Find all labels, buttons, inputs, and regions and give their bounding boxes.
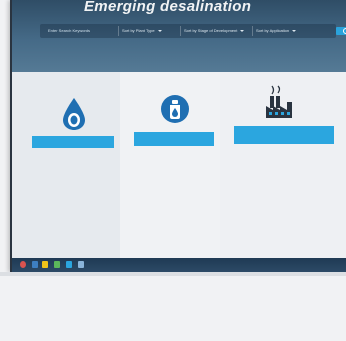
chevron-down-icon xyxy=(292,29,297,32)
card-bottle xyxy=(120,72,220,258)
card-water xyxy=(12,72,120,258)
filter-label: Sort by Plant Type xyxy=(122,28,155,33)
category-cards xyxy=(12,72,346,258)
card-description xyxy=(134,158,216,162)
card-banner[interactable] xyxy=(234,126,334,144)
folder-icon[interactable] xyxy=(42,261,48,268)
taskbar xyxy=(12,258,346,272)
start-icon[interactable] xyxy=(20,261,26,268)
filter-label: Sort by Stage of Development xyxy=(184,28,238,33)
filter-application[interactable]: Sort by Application xyxy=(252,26,297,36)
search-button[interactable] xyxy=(336,27,346,35)
card-factory xyxy=(220,72,346,258)
app-icon[interactable] xyxy=(54,261,60,268)
app-icon[interactable] xyxy=(32,261,38,268)
app-icon[interactable] xyxy=(78,261,84,268)
card-description xyxy=(234,154,342,158)
search-input[interactable]: Enter Search Keywords xyxy=(48,26,128,36)
card-banner[interactable] xyxy=(32,136,114,148)
card-description xyxy=(28,156,114,160)
search-bar: Enter Search Keywords Sort by Plant Type… xyxy=(40,24,346,38)
chevron-down-icon xyxy=(240,29,245,32)
card-banner[interactable] xyxy=(134,132,214,146)
monitor-screen: Emerging desalination Enter Search Keywo… xyxy=(10,0,346,272)
monitor-bezel xyxy=(0,272,346,276)
bottle-icon xyxy=(161,95,189,123)
filter-label: Sort by Application xyxy=(256,28,290,33)
hero-banner: Emerging desalination Enter Search Keywo… xyxy=(12,0,346,72)
filter-stage[interactable]: Sort by Stage of Development xyxy=(180,26,245,36)
factory-icon xyxy=(266,85,292,118)
browser-icon[interactable] xyxy=(66,261,72,268)
filter-plant-type[interactable]: Sort by Plant Type xyxy=(118,26,162,36)
page-title: Emerging desalination xyxy=(84,0,252,15)
chevron-down-icon xyxy=(157,29,162,32)
water-drop-icon xyxy=(63,98,85,130)
